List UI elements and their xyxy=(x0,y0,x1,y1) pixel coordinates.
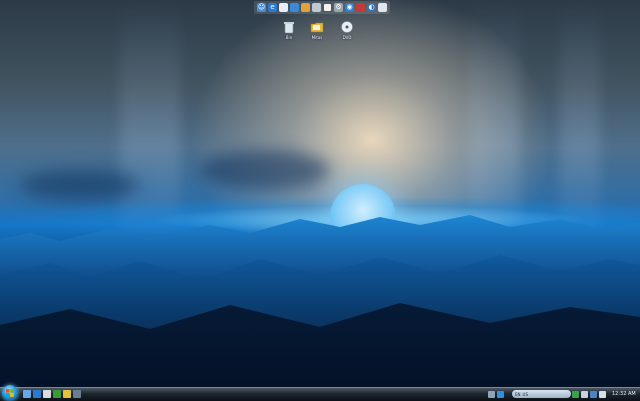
cloud xyxy=(200,150,330,190)
quick-launch xyxy=(23,390,81,398)
mountain-range xyxy=(0,215,640,387)
recycle-bin-icon xyxy=(284,22,294,34)
book-icon[interactable] xyxy=(301,3,310,12)
notification-area xyxy=(572,390,606,399)
security-icon[interactable] xyxy=(572,391,579,398)
media-icon[interactable]: ◐ xyxy=(367,3,376,12)
app-icon[interactable] xyxy=(73,390,81,398)
icon-label: Mitas xyxy=(311,35,323,40)
system-tray xyxy=(488,390,504,399)
folder-shortcut[interactable]: Mitas xyxy=(305,20,329,40)
power-icon[interactable] xyxy=(599,391,606,398)
app-icon[interactable] xyxy=(290,3,299,12)
shield-icon[interactable] xyxy=(312,3,321,12)
icon-label: DVD xyxy=(342,35,352,40)
explorer-icon[interactable] xyxy=(43,390,51,398)
folder-icon xyxy=(310,22,324,33)
notes-icon[interactable] xyxy=(378,3,387,12)
recycle-bin-shortcut[interactable]: Bin xyxy=(277,20,301,40)
dvd-icon xyxy=(341,21,353,33)
start-button[interactable] xyxy=(2,385,18,401)
taskbar: EN US 12:32 AM xyxy=(0,385,640,401)
terminal-icon[interactable] xyxy=(323,3,332,12)
cloud xyxy=(20,170,140,200)
globe-icon[interactable]: ◉ xyxy=(345,3,354,12)
speaker-icon[interactable] xyxy=(581,391,588,398)
doc-icon[interactable] xyxy=(279,3,288,12)
icon-label: Bin xyxy=(285,35,293,40)
ie-icon[interactable] xyxy=(33,390,41,398)
language-bar[interactable]: EN US xyxy=(512,390,571,398)
clock[interactable]: 12:32 AM xyxy=(612,389,636,400)
gear-icon[interactable]: ⚙ xyxy=(334,3,343,12)
flag-icon[interactable] xyxy=(356,3,365,12)
people-icon[interactable]: ☺ xyxy=(257,3,266,12)
media-icon[interactable] xyxy=(53,390,61,398)
desktop-wallpaper[interactable] xyxy=(0,0,640,387)
dvd-drive-shortcut[interactable]: DVD xyxy=(335,20,359,40)
update-icon[interactable] xyxy=(590,391,597,398)
messenger-icon[interactable] xyxy=(497,391,504,398)
ie-icon[interactable]: e xyxy=(268,3,277,12)
folder-icon[interactable] xyxy=(63,390,71,398)
show-desktop-icon[interactable] xyxy=(23,390,31,398)
windows-logo-icon xyxy=(6,389,14,397)
language-label: EN xyxy=(515,391,521,397)
keyboard-label: US xyxy=(522,391,528,397)
network-icon[interactable] xyxy=(488,391,495,398)
top-dock: ☺ e ⚙ ◉ ◐ xyxy=(254,1,390,14)
